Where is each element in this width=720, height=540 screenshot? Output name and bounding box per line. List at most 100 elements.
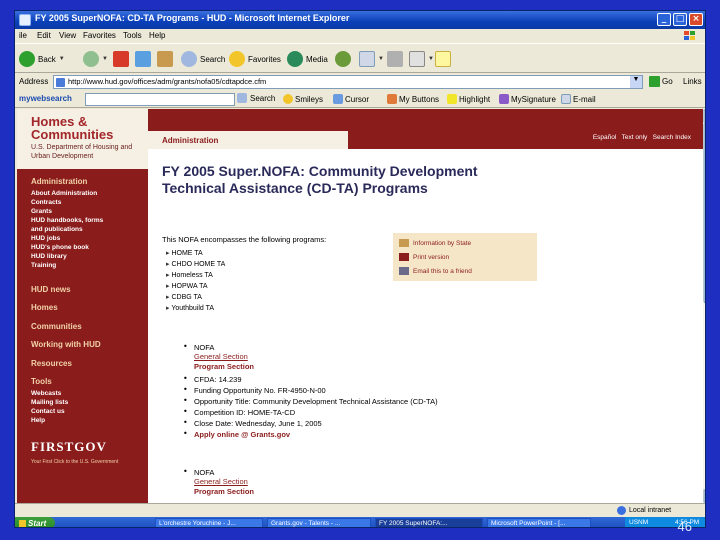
search-icon [181,51,197,67]
title-bar[interactable]: FY 2005 SuperNOFA: CD-TA Programs - HUD … [15,11,705,29]
taskbar-item[interactable]: Grants.gov - Talents - ... [267,518,371,527]
notes-icon [435,51,451,67]
stop-button[interactable] [113,50,129,68]
vertical-scrollbar[interactable] [703,109,706,503]
mail-button[interactable]: ▼ [359,50,384,68]
firstgov-tagline: Your First Click to the U.S. Government [31,459,119,465]
sidebar-head-administration[interactable]: Administration [31,177,87,186]
address-url: http://www.hud.gov/offices/adm/grants/no… [68,77,267,86]
menu-edit[interactable]: Edit [37,31,51,40]
forward-arrow-icon [83,51,99,67]
menu-file[interactable]: ile [19,31,27,40]
windows-taskbar: Start L'orchestre Yoruchine - J... Grant… [15,517,705,528]
mysignature-button[interactable]: MySignature [499,94,556,104]
mywebsearch-search-button[interactable]: Search [237,93,275,103]
header-links[interactable]: Español Text only Search Index [593,134,691,141]
notes-button[interactable] [435,50,451,68]
sidebar-link-jobs[interactable]: HUD jobs [31,235,60,242]
mybuttons-label: My Buttons [399,94,440,104]
sidebar-link-webcasts[interactable]: Webcasts [31,390,61,397]
sidebar-head-communities[interactable]: Communities [31,322,82,331]
sidebar-link-help[interactable]: Help [31,417,45,424]
browser-window: FY 2005 SuperNOFA: CD-TA Programs - HUD … [14,10,706,528]
sidebar-link-mailing-lists[interactable]: Mailing lists [31,399,68,406]
sidebar-link-library[interactable]: HUD library [31,253,67,260]
refresh-button[interactable] [135,50,151,68]
info-by-state-label: Information by State [413,239,472,247]
cursor-button[interactable]: Cursor [333,94,369,104]
general-section-link[interactable]: General Section [194,352,248,361]
sidebar-link-contact[interactable]: Contact us [31,408,65,415]
mybuttons-button[interactable]: My Buttons [387,94,439,104]
map-icon [399,239,409,247]
address-input[interactable]: http://www.hud.gov/offices/adm/grants/no… [53,75,643,89]
maximize-button[interactable]: □ [673,13,687,26]
sidebar-head-tools[interactable]: Tools [31,377,52,386]
email-button[interactable]: E-mail [561,94,596,104]
favorites-button[interactable]: Favorites [229,50,281,68]
chevron-down-icon[interactable]: ▼ [630,76,642,88]
print-button[interactable] [387,50,403,68]
sidebar-link-handbooks[interactable]: HUD handbooks, forms [31,217,103,224]
page-title: FY 2005 Super.NOFA: Community Developmen… [162,163,478,196]
search-label: Search [200,54,226,64]
links-button[interactable]: Links [683,77,702,86]
general-section-link[interactable]: General Section [194,477,248,486]
menu-tools[interactable]: Tools [123,31,142,40]
program-item: CHDO HOME TA [166,260,225,268]
home-icon [157,51,173,67]
program-section-link[interactable]: Program Section [194,362,254,371]
email-friend-link[interactable]: Email this to a friend [399,267,472,275]
standard-toolbar: Back ▼ ▼ Search Favorites Media ▼ ▼ [15,43,705,73]
go-button[interactable]: Go [649,76,673,87]
sidebar-link-publications[interactable]: and publications [31,226,83,233]
menu-help[interactable]: Help [149,31,165,40]
sidebar-head-resources[interactable]: Resources [31,359,72,368]
menu-view[interactable]: View [59,31,76,40]
home-button[interactable] [157,50,173,68]
info-by-state-link[interactable]: Information by State [399,239,471,247]
sidebar-link-about[interactable]: About Administration [31,190,97,197]
sidebar-link-phone-book[interactable]: HUD's phone book [31,244,89,251]
sidebar-head-working-with-hud[interactable]: Working with HUD [31,340,101,349]
firstgov-logo[interactable]: FIRSTGOV [31,439,107,455]
search-button[interactable]: Search [181,50,225,68]
highlight-button[interactable]: Highlight [447,94,490,104]
bullet-icon: • [183,385,188,394]
window-title: FY 2005 SuperNOFA: CD-TA Programs - HUD … [35,13,350,23]
mysignature-label: MySignature [511,94,556,104]
history-button[interactable] [335,50,351,68]
taskbar-item[interactable]: Microsoft PowerPoint - [... [487,518,591,527]
program-section-link[interactable]: Program Section [194,487,254,496]
taskbar-item[interactable]: L'orchestre Yoruchine - J... [155,518,263,527]
minimize-button[interactable]: _ [657,13,671,26]
refresh-icon [135,51,151,67]
print-version-link[interactable]: Print version [399,253,449,261]
cursor-label: Cursor [345,94,370,104]
email-label: E-mail [573,94,596,104]
forward-button[interactable]: ▼ [83,50,108,68]
mywebsearch-input[interactable] [85,93,235,106]
star-icon [229,51,245,67]
sidebar-head-hud-news[interactable]: HUD news [31,285,71,294]
section-tab-label: Administration [162,136,219,145]
chevron-down-icon: ▼ [428,56,434,62]
media-button[interactable]: Media [287,50,328,68]
sidebar-link-grants[interactable]: Grants [31,208,52,215]
sidebar-link-contracts[interactable]: Contracts [31,199,61,206]
start-label: Start [28,518,47,528]
security-zone: Local intranet [617,506,671,515]
close-button[interactable]: × [689,13,703,26]
edit-button[interactable]: ▼ [409,50,434,68]
hud-logo-block[interactable]: Homes & Communities U.S. Department of H… [17,109,148,169]
page-viewport: Homes & Communities U.S. Department of H… [17,109,703,503]
favorites-label: Favorites [248,54,281,64]
apply-online-link[interactable]: Apply online @ Grants.gov [194,430,290,439]
sidebar-link-training[interactable]: Training [31,262,56,269]
taskbar-item-active[interactable]: FY 2005 SuperNOFA:... [375,518,483,527]
sidebar-head-homes[interactable]: Homes [31,303,58,312]
smileys-button[interactable]: Smileys [283,94,323,104]
menu-favorites[interactable]: Favorites [83,31,116,40]
back-button[interactable]: Back ▼ [19,50,65,68]
start-button[interactable]: Start [15,517,55,528]
